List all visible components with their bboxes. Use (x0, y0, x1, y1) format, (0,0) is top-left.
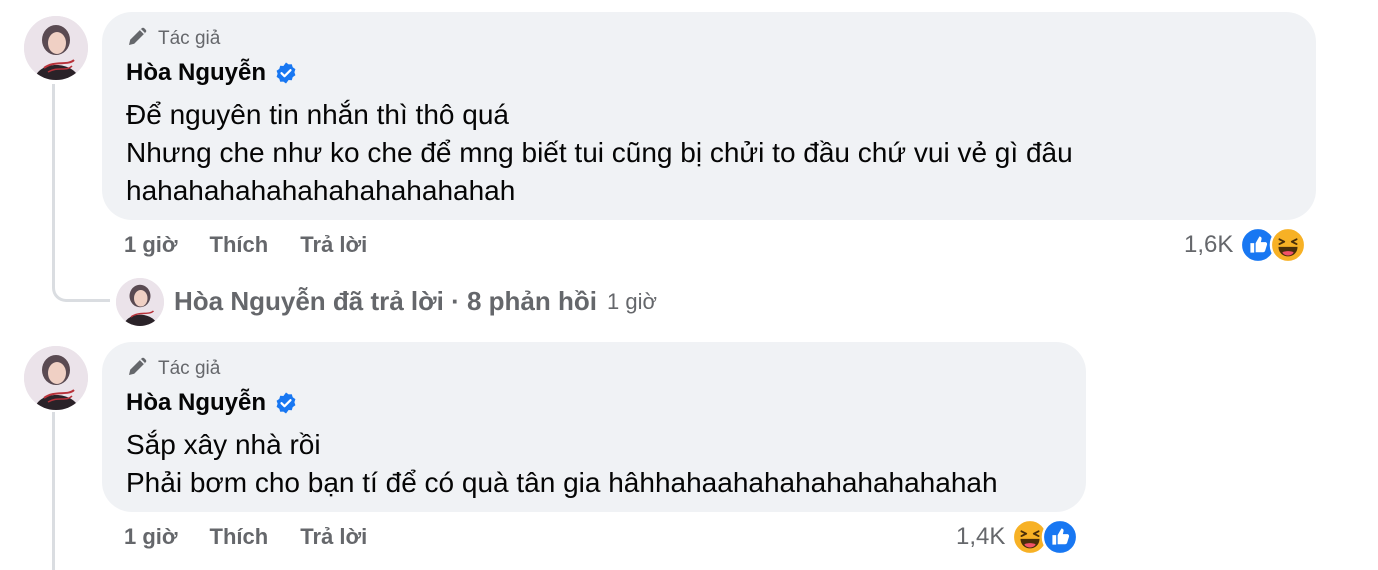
comment-actions: 1 giờ Thích Trả lời (124, 524, 399, 550)
avatar[interactable] (24, 346, 88, 410)
comment-line: Để nguyên tin nhắn thì thô quá (126, 99, 509, 130)
avatar-photo (24, 16, 88, 80)
author-badge: Tác giả (126, 26, 1292, 52)
author-badge: Tác giả (126, 356, 1062, 382)
comment-thread: Tác giả Hòa Nguyễn Để nguyên tin nhắn th… (0, 0, 1378, 570)
like-button[interactable]: Thích (210, 524, 269, 550)
comment-actions: 1 giờ Thích Trả lời (124, 232, 399, 258)
author-name-link[interactable]: Hòa Nguyễn (126, 389, 266, 417)
comment-author: Hòa Nguyễn (126, 386, 1062, 420)
comment-time-link[interactable]: 1 giờ (124, 524, 178, 550)
thread-connector-line (52, 84, 55, 284)
reply-button[interactable]: Trả lời (300, 232, 367, 258)
comment-line: hahahahahahahahahahahahah (126, 175, 516, 206)
comment-bubble: Tác giả Hòa Nguyễn Để nguyên tin nhắn th… (102, 12, 1316, 220)
avatar-photo (24, 346, 88, 410)
author-badge-label: Tác giả (158, 358, 221, 379)
comment-line: Phải bơm cho bạn tí để có quà tân gia hâ… (126, 467, 998, 498)
reply-summary-time: 1 giờ (606, 288, 657, 314)
comment-text: Sắp xây nhà rồi Phải bơm cho bạn tí để c… (126, 426, 1062, 502)
view-replies-link[interactable]: Hòa Nguyễn đã trả lời · 8 phản hồi 1 giờ (174, 286, 657, 317)
avatar[interactable] (24, 16, 88, 80)
like-button[interactable]: Thích (210, 232, 269, 258)
pencil-icon (126, 24, 150, 54)
reply-avatar[interactable] (116, 278, 164, 326)
pencil-icon (126, 354, 150, 384)
like-icon (1041, 518, 1079, 556)
reaction-summary[interactable]: 1,4K (956, 518, 1079, 556)
verified-badge-icon (274, 61, 298, 85)
comment-line: Nhưng che như ko che để mng biết tui cũn… (126, 137, 1073, 168)
comment-bubble: Tác giả Hòa Nguyễn Sắp xây nhà rồi Phải … (102, 342, 1086, 512)
reaction-summary[interactable]: 1,6K (1184, 226, 1307, 264)
reply-summary-text: Hòa Nguyễn đã trả lời · 8 phản hồi (174, 286, 597, 316)
reaction-count: 1,6K (1184, 231, 1234, 258)
avatar-photo (116, 278, 164, 326)
comment-text: Để nguyên tin nhắn thì thô quá Nhưng che… (126, 96, 1292, 210)
comment-author: Hòa Nguyễn (126, 56, 1292, 90)
comment-time-link[interactable]: 1 giờ (124, 232, 178, 258)
thread-connector-line-2 (52, 412, 55, 570)
comment-line: Sắp xây nhà rồi (126, 429, 321, 460)
thread-connector-curve (52, 284, 110, 302)
reply-button[interactable]: Trả lời (300, 524, 367, 550)
haha-icon (1269, 226, 1307, 264)
author-badge-label: Tác giả (158, 28, 221, 49)
reaction-count: 1,4K (956, 523, 1006, 550)
verified-badge-icon (274, 391, 298, 415)
author-name-link[interactable]: Hòa Nguyễn (126, 59, 266, 87)
